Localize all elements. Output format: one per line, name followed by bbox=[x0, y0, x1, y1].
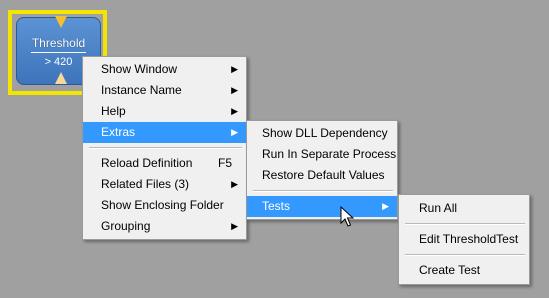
menu-item-instance-name[interactable]: Instance Name ▶ bbox=[83, 80, 246, 101]
menu-item-related-files[interactable]: Related Files (3) ▶ bbox=[83, 174, 246, 195]
submenu-arrow-icon: ▶ bbox=[231, 221, 238, 231]
menu-separator bbox=[405, 254, 525, 256]
submenu-arrow-icon: ▶ bbox=[382, 201, 389, 211]
menu-item-label: Run In Separate Process bbox=[262, 147, 397, 161]
menu-item-show-enclosing-folder[interactable]: Show Enclosing Folder bbox=[83, 195, 246, 216]
menu-item-grouping[interactable]: Grouping ▶ bbox=[83, 216, 246, 237]
tests-submenu: Run All Edit ThresholdTest Create Test bbox=[398, 194, 530, 285]
menu-item-edit-thresholdtest[interactable]: Edit ThresholdTest bbox=[399, 229, 529, 250]
menu-item-help[interactable]: Help ▶ bbox=[83, 101, 246, 122]
menu-item-label: Create Test bbox=[419, 263, 481, 277]
context-menu: Show Window ▶ Instance Name ▶ Help ▶ Ext… bbox=[82, 56, 247, 240]
menu-item-label: Restore Default Values bbox=[262, 168, 385, 182]
menu-separator bbox=[89, 147, 242, 149]
menu-item-show-dll-dependency[interactable]: Show DLL Dependency bbox=[247, 123, 397, 144]
output-port-icon[interactable] bbox=[55, 72, 67, 84]
menu-separator bbox=[253, 190, 393, 192]
extras-submenu: Show DLL Dependency Run In Separate Proc… bbox=[246, 120, 398, 220]
input-port-icon[interactable] bbox=[55, 16, 67, 28]
menu-item-run-all[interactable]: Run All bbox=[399, 198, 529, 219]
mouse-pointer-icon bbox=[340, 206, 354, 227]
submenu-arrow-icon: ▶ bbox=[231, 179, 238, 189]
menu-item-label: Help bbox=[101, 104, 126, 118]
menu-item-label: Tests bbox=[262, 199, 291, 213]
menu-item-create-test[interactable]: Create Test bbox=[399, 260, 529, 281]
menu-item-label: Edit ThresholdTest bbox=[419, 232, 519, 246]
menu-item-label: Instance Name bbox=[101, 83, 182, 97]
module-title: Threshold bbox=[31, 36, 86, 50]
menu-item-label: Related Files (3) bbox=[101, 177, 190, 191]
menu-item-label: Grouping bbox=[101, 219, 151, 233]
menu-item-extras[interactable]: Extras ▶ bbox=[83, 122, 246, 143]
menu-item-run-in-separate-process[interactable]: Run In Separate Process bbox=[247, 144, 397, 165]
menu-item-tests[interactable]: Tests ▶ bbox=[247, 196, 397, 217]
menu-item-label: Run All bbox=[419, 201, 458, 215]
submenu-arrow-icon: ▶ bbox=[231, 106, 238, 116]
menu-item-label: Extras bbox=[101, 125, 136, 139]
menu-shortcut: F5 bbox=[217, 156, 232, 170]
submenu-arrow-icon: ▶ bbox=[231, 64, 238, 74]
menu-item-label: Reload Definition bbox=[101, 156, 193, 170]
menu-item-restore-default-values[interactable]: Restore Default Values bbox=[247, 165, 397, 186]
menu-item-label: Show Enclosing Folder bbox=[101, 198, 224, 212]
submenu-arrow-icon: ▶ bbox=[231, 127, 238, 137]
menu-item-label: Show DLL Dependency bbox=[262, 126, 388, 140]
menu-item-reload-definition[interactable]: Reload Definition F5 bbox=[83, 153, 246, 174]
module-divider bbox=[31, 52, 86, 53]
menu-item-label: Show Window bbox=[101, 62, 178, 76]
submenu-arrow-icon: ▶ bbox=[231, 85, 238, 95]
menu-separator bbox=[405, 223, 525, 225]
menu-item-show-window[interactable]: Show Window ▶ bbox=[83, 59, 246, 80]
